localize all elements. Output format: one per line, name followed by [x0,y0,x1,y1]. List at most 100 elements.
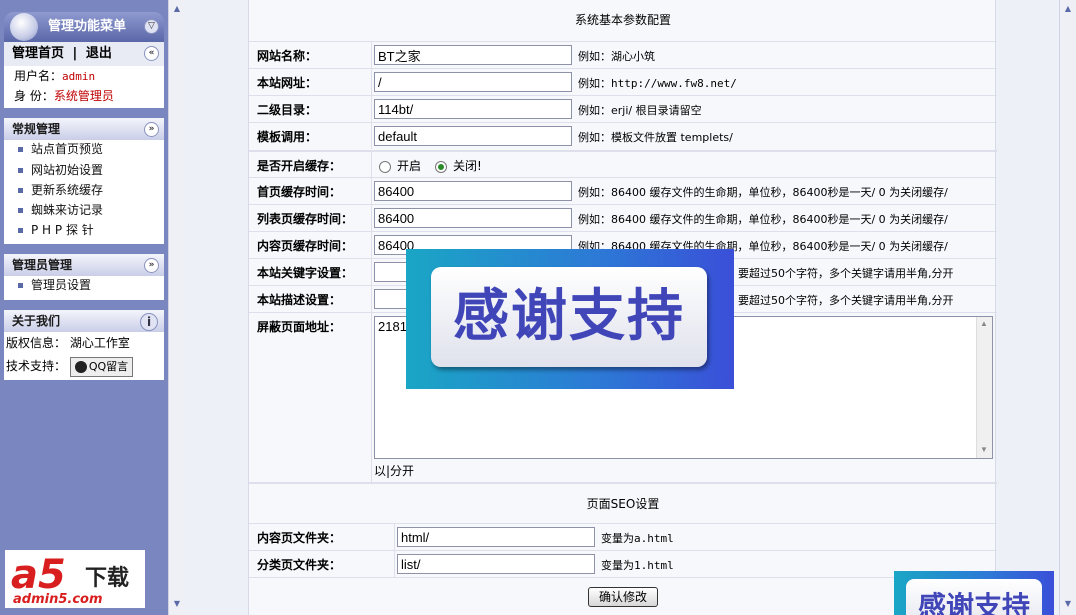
radio-icon [379,160,391,173]
link-separator: | [72,46,78,61]
admin-menu-title: 管理员管理 [12,258,73,272]
thanks-text: 感谢支持 [431,267,707,367]
bullet-icon [18,283,23,288]
menu-item-php-probe[interactable]: P H P 探 针 [4,220,164,240]
chevron-down-icon[interactable]: » [144,122,159,137]
template-input[interactable] [374,126,572,146]
content-folder-input[interactable] [397,527,595,547]
menu-item-label: 站点首页预览 [31,142,104,156]
row-hint: 变量为a.html [601,532,674,545]
admin-menu-box: 管理员管理 » 管理员设置 [4,254,164,300]
row-label: 列表页缓存时间： [257,212,354,226]
row-label: 本站关键字设置： [257,266,354,280]
menu-item-label: 蜘蛛来访记录 [31,203,104,217]
username-line: 用户名：admin [4,66,164,86]
home-cache-input[interactable] [374,181,572,201]
cache-off-radio[interactable]: 关闭! [435,157,482,174]
home-link[interactable]: 管理首页 [12,46,64,61]
sub-dir-input[interactable] [374,99,572,119]
admin-logo-icon [10,13,38,41]
bullet-icon [18,147,23,152]
scroll-down-arrow-icon[interactable]: ▼ [171,597,183,611]
a5-url: admin5.com [13,592,103,607]
row-hint: 例如：http://www.fw8.net/ [578,77,737,90]
row-hint: 例如：86400 缓存文件的生命期，单位秒，86400秒是一天/ 0 为关闭缓存… [578,213,948,226]
about-header: 关于我们 i [4,310,164,332]
radio-label: 关闭! [453,159,482,173]
row-label: 模板调用： [257,130,318,144]
about-title: 关于我们 [12,314,61,328]
menu-item-label: 网站初始设置 [31,163,104,177]
row-label: 是否开启缓存： [257,159,342,173]
bullet-icon [18,208,23,213]
collapse-menu-icon[interactable]: ▽ [144,19,159,34]
username-value: admin [62,70,96,83]
main-scrollbar[interactable]: ▲ ▼ [1059,0,1076,615]
row-label: 内容页缓存时间： [257,239,354,253]
menu-item-update-cache[interactable]: 更新系统缓存 [4,180,164,200]
row-hint: 以|分开 [374,464,415,478]
row-list-cache: 列表页缓存时间： 例如：86400 缓存文件的生命期，单位秒，86400秒是一天… [249,204,997,231]
site-url-input[interactable] [374,72,572,92]
textarea-scrollbar[interactable]: ▲ ▼ [976,317,992,458]
support-line: 技术支持： QQ留言 [4,354,164,378]
general-menu-title: 常规管理 [12,122,61,136]
row-hint: 例如：湖心小筑 [578,50,655,63]
chevron-down-icon[interactable]: » [144,258,159,273]
row-cache-toggle: 是否开启缓存： 开启 关闭! [249,150,997,177]
scroll-up-arrow-icon[interactable]: ▲ [1062,2,1074,16]
category-folder-input[interactable] [397,554,595,574]
scroll-up-arrow-icon[interactable]: ▲ [171,2,183,16]
row-label: 本站网址： [257,76,318,90]
bullet-icon [18,228,23,233]
logout-link[interactable]: 退出 [86,46,112,61]
sidebar: 管理功能菜单 ▽ 管理首页 | 退出 « 用户名：admin 身 份：系统管理员… [0,0,168,615]
radio-selected-icon [435,160,447,173]
username-label: 用户名： [14,69,63,83]
menu-item-label: 更新系统缓存 [31,183,104,197]
sidebar-header: 管理功能菜单 ▽ [4,12,164,42]
scroll-up-arrow-icon[interactable]: ▲ [980,319,988,328]
row-site-name: 网站名称： 例如：湖心小筑 [249,41,997,68]
copyright-value: 湖心工作室 [69,336,130,350]
section-title-seo: 页面SEO设置 [249,482,997,522]
scroll-down-arrow-icon[interactable]: ▼ [1062,597,1074,611]
row-label: 首页缓存时间： [257,185,342,199]
user-info-box: 管理首页 | 退出 « 用户名：admin 身 份：系统管理员 [4,42,164,108]
role-label: 身 份： [14,89,54,103]
row-hint: 例如：模板文件放置 templets/ [578,131,733,144]
submit-button[interactable]: 确认修改 [588,587,658,607]
row-label: 二级目录： [257,103,318,117]
row-category-folder: 分类页文件夹： 变量为1.html [249,550,997,577]
cache-on-radio[interactable]: 开启 [379,157,421,174]
general-menu-box: 常规管理 » 站点首页预览 网站初始设置 更新系统缓存 蜘蛛来访记录 P H P… [4,118,164,244]
scroll-down-arrow-icon[interactable]: ▼ [980,445,988,454]
copyright-label: 版权信息： [6,336,67,350]
row-hint: 例如：erji/ 根目录请留空 [578,104,702,117]
general-menu-header[interactable]: 常规管理 » [4,118,164,140]
a5-download-logo: a5 下载 admin5.com [5,550,145,608]
row-label: 屏蔽页面地址： [257,320,342,334]
row-hint: 例如：86400 缓存文件的生命期，单位秒，86400秒是一天/ 0 为关闭缓存… [578,186,948,199]
menu-item-spider-log[interactable]: 蜘蛛来访记录 [4,200,164,220]
thanks-banner: 感谢支持 [406,249,734,389]
collapse-sidebar-icon[interactable]: « [144,46,159,61]
row-label: 本站描述设置： [257,293,342,307]
sidebar-header-title: 管理功能菜单 [48,19,127,34]
sidebar-scrollbar[interactable]: ▲ ▼ [168,0,185,615]
a5-suffix: 下载 [85,566,130,591]
row-sub-dir: 二级目录： 例如：erji/ 根目录请留空 [249,95,997,122]
menu-item-initial-settings[interactable]: 网站初始设置 [4,160,164,180]
site-name-input[interactable] [374,45,572,65]
list-cache-input[interactable] [374,208,572,228]
row-hint: 要超过50个字符，多个关键字请用半角,分开 [738,294,954,307]
row-label: 内容页文件夹： [257,531,342,545]
menu-item-site-preview[interactable]: 站点首页预览 [4,140,164,160]
thanks-banner-small: 感谢支持 [894,571,1054,615]
qq-message-button[interactable]: QQ留言 [69,356,134,377]
row-home-cache: 首页缓存时间： 例如：86400 缓存文件的生命期，单位秒，86400秒是一天/… [249,177,997,204]
admin-menu-header[interactable]: 管理员管理 » [4,254,164,276]
menu-item-admin-settings[interactable]: 管理员设置 [4,276,164,296]
menu-item-label: P H P 探 针 [31,223,94,237]
row-hint: 变量为1.html [601,559,674,572]
